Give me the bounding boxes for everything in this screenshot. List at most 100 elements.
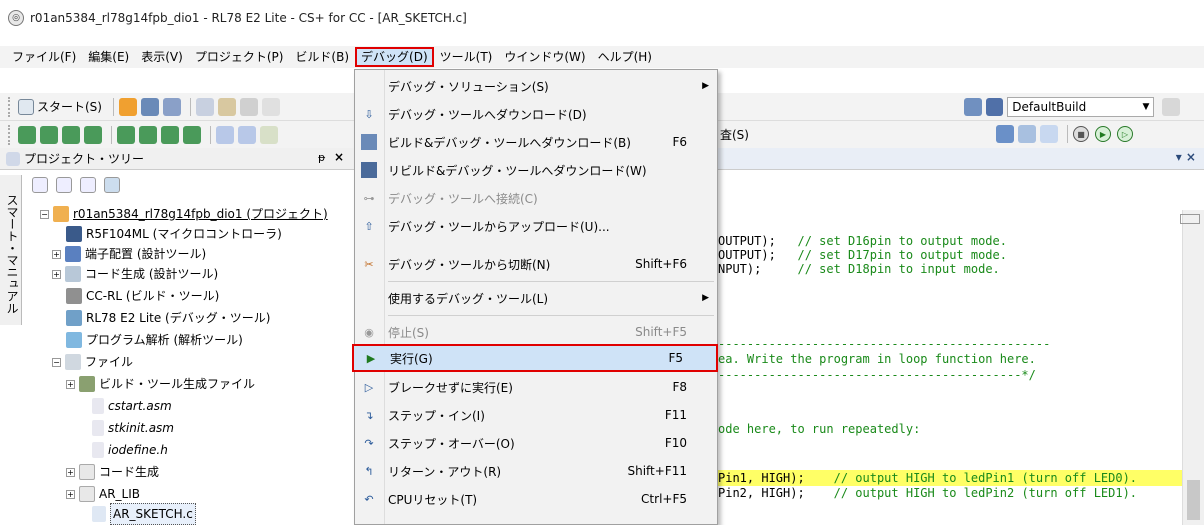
- chip-icon: [66, 226, 82, 242]
- tree-item-pin-config[interactable]: + 端子配置 (設計ツール): [52, 244, 206, 264]
- filter-icon[interactable]: [216, 125, 234, 144]
- tree-item-mcu[interactable]: R5F104ML (マイクロコントローラ): [66, 224, 282, 244]
- tree-item-debug-tool[interactable]: RL78 E2 Lite (デバッグ・ツール): [66, 308, 270, 328]
- sort-icon[interactable]: [32, 177, 48, 193]
- properties-icon[interactable]: [104, 177, 120, 193]
- expand-icon[interactable]: +: [66, 379, 75, 389]
- menu-debug[interactable]: デバッグ(D): [355, 47, 434, 67]
- tree-item-file[interactable]: stkinit.asm: [92, 418, 174, 438]
- build-icon[interactable]: [964, 98, 982, 116]
- menu-item-build-download[interactable]: ビルド&デバッグ・ツールへダウンロード(B) F6: [355, 128, 717, 156]
- build-tool-icon[interactable]: [161, 125, 179, 144]
- asm-file-icon: [92, 420, 104, 436]
- asm-file-icon: [92, 398, 104, 414]
- filter-icon[interactable]: [238, 125, 256, 144]
- chevron-right-icon: ▶: [702, 293, 709, 303]
- menu-item-stop[interactable]: ◉ 停止(S) Shift+F5: [355, 318, 717, 346]
- build-tool-icon[interactable]: [183, 125, 201, 144]
- save-icon[interactable]: [140, 97, 159, 116]
- tree-item-files[interactable]: − ファイル: [52, 352, 133, 372]
- debug-toolbar: ■ ▶ ▷: [996, 125, 1139, 143]
- tree-item-build-tool[interactable]: CC-RL (ビルド・ツール): [66, 286, 219, 306]
- menu-item-connect[interactable]: ⊶ デバッグ・ツールへ接続(C): [355, 184, 717, 212]
- cut-icon[interactable]: [195, 97, 214, 116]
- menu-item-run[interactable]: ▶ 実行(G) F5: [352, 344, 718, 372]
- menu-item-cpu-reset[interactable]: ↶ CPUリセット(T) Ctrl+F5: [355, 485, 717, 513]
- tree-item-file[interactable]: iodefine.h: [92, 440, 168, 460]
- tree-item-code-gen[interactable]: + コード生成 (設計ツール): [52, 264, 218, 284]
- menu-item-debug-solution[interactable]: デバッグ・ソリューション(S) ▶: [355, 72, 717, 100]
- tree-item-folder[interactable]: + コード生成: [66, 462, 159, 482]
- menu-item-rebuild-download[interactable]: リビルド&デバッグ・ツールへダウンロード(W): [355, 156, 717, 184]
- smart-manual-tab[interactable]: スマート・マニュアル: [0, 175, 22, 325]
- debug-dropdown-menu: デバッグ・ソリューション(S) ▶ ⇩ デバッグ・ツールへダウンロード(D) ビ…: [352, 69, 718, 525]
- save-all-icon[interactable]: [162, 97, 181, 116]
- project-tree-tools: [22, 172, 352, 198]
- collapse-icon[interactable]: −: [40, 209, 49, 219]
- search-label[interactable]: 査(S): [720, 126, 749, 143]
- build-tool-icon[interactable]: [40, 125, 58, 144]
- build-tool-icon[interactable]: [117, 125, 135, 144]
- menu-item-step-in[interactable]: ↴ ステップ・イン(I) F11: [355, 401, 717, 429]
- build-tool-icon[interactable]: [18, 125, 36, 144]
- close-icon[interactable]: ×: [334, 150, 344, 164]
- user-icon[interactable]: [80, 177, 96, 193]
- rebuild-icon[interactable]: [985, 98, 1004, 116]
- stop-icon[interactable]: ■: [1073, 126, 1089, 142]
- copy-icon[interactable]: [217, 97, 236, 116]
- menu-item-return-out[interactable]: ↰ リターン・アウト(R) Shift+F11: [355, 457, 717, 485]
- menu-item-disconnect[interactable]: ✂ デバッグ・ツールから切断(N) Shift+F6: [355, 250, 717, 278]
- build-tool-icon[interactable]: [84, 125, 102, 144]
- run-no-break-icon[interactable]: ▷: [1117, 126, 1133, 142]
- expand-icon[interactable]: +: [52, 269, 61, 279]
- close-icon[interactable]: ▾ ×: [1176, 150, 1196, 164]
- menu-item-step-over[interactable]: ↷ ステップ・オーバー(O) F10: [355, 429, 717, 457]
- menu-item-download[interactable]: ⇩ デバッグ・ツールへダウンロード(D): [355, 100, 717, 128]
- build-config-select[interactable]: DefaultBuild ▼: [1007, 97, 1155, 117]
- code-editor[interactable]: OUTPUT); // set D16pin to output mode. O…: [718, 171, 1204, 525]
- refresh-icon[interactable]: [56, 177, 72, 193]
- build-tool-icon[interactable]: [62, 125, 80, 144]
- menu-tool[interactable]: ツール(T): [434, 47, 499, 67]
- stop-icon: ◉: [364, 325, 374, 339]
- menu-item-use-debug-tool[interactable]: 使用するデバッグ・ツール(L) ▶: [355, 284, 717, 312]
- tree-item-analysis[interactable]: プログラム解析 (解析ツール): [66, 330, 243, 350]
- splitter-handle[interactable]: [1180, 214, 1200, 224]
- tree-item-file[interactable]: AR_SKETCH.c: [92, 503, 196, 525]
- pin-icon[interactable]: ᵽ: [318, 151, 325, 164]
- undo-icon[interactable]: [261, 97, 280, 116]
- paste-icon[interactable]: [239, 97, 258, 116]
- vertical-scrollbar[interactable]: [1182, 210, 1204, 525]
- menu-view[interactable]: 表示(V): [135, 47, 189, 67]
- tree-item-file[interactable]: cstart.asm: [92, 396, 172, 416]
- menu-window[interactable]: ウインドウ(W): [498, 47, 591, 67]
- expand-icon[interactable]: +: [66, 489, 75, 499]
- menu-item-run-no-break[interactable]: ▷ ブレークせずに実行(E) F8: [355, 373, 717, 401]
- build-settings-icon[interactable]: [1162, 98, 1181, 116]
- import-icon[interactable]: [118, 97, 137, 116]
- menu-edit[interactable]: 編集(E): [82, 47, 135, 67]
- scrollbar-thumb[interactable]: [1187, 480, 1200, 520]
- menu-project[interactable]: プロジェクト(P): [189, 47, 290, 67]
- cpu-reset-icon[interactable]: [1040, 125, 1058, 143]
- menu-file[interactable]: ファイル(F): [6, 47, 82, 67]
- tree-item-project[interactable]: − r01an5384_rl78g14fpb_dio1 (プロジェクト): [40, 204, 328, 224]
- tree-item-folder[interactable]: + AR_LIB: [66, 484, 140, 504]
- build-tool-icon[interactable]: [139, 125, 157, 144]
- download-icon[interactable]: [996, 125, 1014, 143]
- tree-item-build-files[interactable]: + ビルド・ツール生成ファイル: [66, 374, 255, 394]
- menu-item-upload[interactable]: ⇧ デバッグ・ツールからアップロード(U)...: [355, 212, 717, 240]
- menu-separator: [388, 315, 714, 316]
- toolbar-grip[interactable]: [8, 124, 12, 145]
- toolbar-grip[interactable]: [8, 96, 12, 117]
- start-button[interactable]: スタート(S): [18, 98, 102, 115]
- expand-icon[interactable]: +: [66, 467, 75, 477]
- code-line: ----------------------------------------…: [718, 337, 1051, 351]
- collapse-icon[interactable]: −: [52, 357, 61, 367]
- run-icon[interactable]: ▶: [1095, 126, 1111, 142]
- upload-icon[interactable]: [1018, 125, 1036, 143]
- chart-icon[interactable]: [260, 125, 278, 144]
- menu-build[interactable]: ビルド(B): [289, 47, 355, 67]
- menu-help[interactable]: ヘルプ(H): [592, 47, 658, 67]
- expand-icon[interactable]: +: [52, 249, 61, 259]
